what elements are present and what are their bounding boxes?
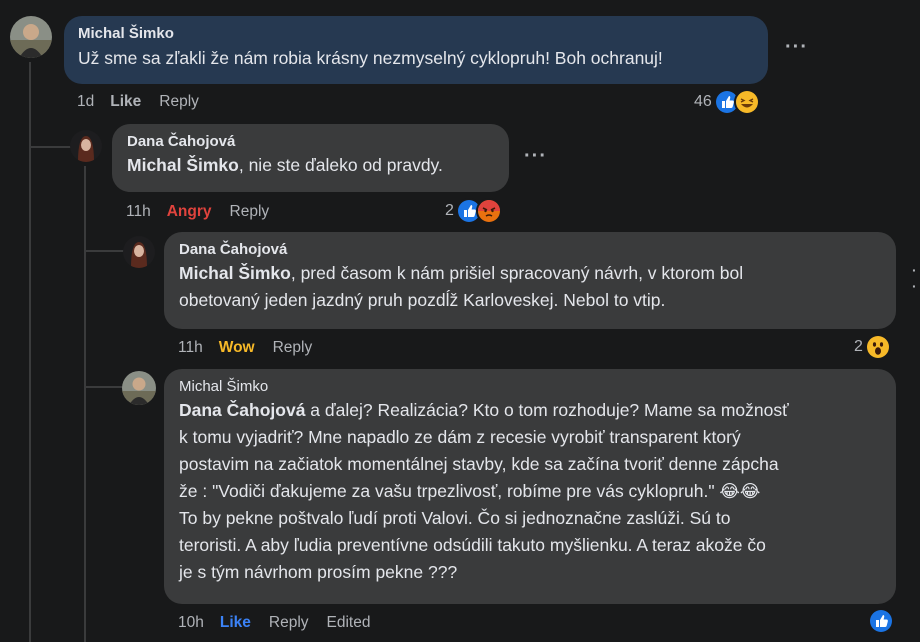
avatar[interactable]	[10, 16, 52, 58]
comment-bubble: Dana Čahojová Michal Šimko, nie ste ďale…	[112, 124, 509, 192]
comment-time[interactable]: 10h	[178, 614, 204, 632]
comment-author[interactable]: Michal Šimko	[179, 377, 884, 397]
thread-line-main	[29, 62, 31, 642]
comment-time[interactable]: 11h	[126, 203, 151, 221]
comment-time[interactable]: 11h	[178, 339, 203, 357]
laugh-emoji-icon	[733, 89, 760, 115]
angry-reaction-button[interactable]: Angry	[167, 203, 212, 221]
comment-author[interactable]: Dana Čahojová	[179, 240, 884, 260]
wow-reaction-button[interactable]: Wow	[219, 339, 255, 357]
more-options-icon[interactable]: · ·	[912, 262, 918, 294]
like-button[interactable]: Like	[110, 93, 141, 111]
comment-bubble: Michal Šimko Už sme sa zľakli že nám rob…	[64, 16, 768, 84]
comment-text-line: obetovaný jeden jazdný pruh pozdĺž Karlo…	[179, 290, 666, 310]
avatar[interactable]	[70, 130, 102, 162]
comment-bubble: Dana Čahojová Michal Šimko, pred časom k…	[164, 232, 896, 329]
avatar[interactable]	[123, 236, 155, 268]
comment-text-line: je s tým návrhom prosím pekne ???	[179, 562, 458, 582]
comment-text: Michal Šimko, pred časom k nám prišiel s…	[179, 263, 744, 283]
comment-actions: 11h Wow Reply	[178, 339, 330, 357]
reply-button[interactable]: Reply	[159, 93, 199, 111]
reaction-count: 2	[854, 338, 863, 355]
like-button[interactable]: Like	[220, 614, 251, 632]
comment-text-line: že : "Vodiči ďakujeme za vašu trpezlivos…	[179, 481, 761, 501]
wow-emoji-icon	[864, 334, 891, 360]
more-options-icon[interactable]: ···	[785, 36, 808, 59]
reaction-summary[interactable]: 2	[854, 334, 891, 360]
reply-button[interactable]: Reply	[230, 203, 270, 221]
comment-author[interactable]: Dana Čahojová	[127, 132, 497, 152]
edited-label: Edited	[326, 614, 371, 631]
comment-text-line: k tomu vyjadriť? Mne napadlo ze dám z re…	[179, 427, 741, 447]
thread-line-sub	[84, 166, 86, 642]
mention-link[interactable]: Michal Šimko	[127, 155, 239, 175]
comment-time[interactable]: 1d	[77, 93, 94, 111]
more-options-icon[interactable]: ···	[524, 145, 547, 168]
comment-text: Už sme sa zľakli že nám robia krásny nez…	[78, 48, 663, 68]
reaction-count: 46	[694, 93, 712, 110]
comment-author[interactable]: Michal Šimko	[78, 24, 756, 44]
comment-actions: 1d Like Reply	[77, 93, 217, 111]
angry-emoji-icon	[475, 198, 502, 224]
thread-line-branch-2	[84, 250, 126, 252]
reaction-summary[interactable]: 46	[694, 89, 760, 115]
comment-text: Dana Čahojová a ďalej? Realizácia? Kto o…	[179, 400, 789, 420]
reply-button[interactable]: Reply	[273, 339, 313, 357]
comment-text: Michal Šimko, nie ste ďaleko od pravdy.	[127, 155, 443, 175]
comment-bubble: Michal Šimko Dana Čahojová a ďalej? Real…	[164, 369, 896, 604]
reaction-count: 2	[445, 202, 454, 219]
like-icon	[868, 608, 894, 634]
comment-actions: 10h Like Reply Edited	[178, 614, 388, 632]
thread-line-branch-1	[29, 146, 71, 148]
comment-text-line: postavim na začiatok momentálnej stavby,…	[179, 454, 779, 474]
reaction-summary[interactable]	[868, 608, 894, 634]
thread-line-branch-3	[84, 386, 126, 388]
avatar[interactable]	[122, 371, 156, 405]
reaction-summary[interactable]: 2	[445, 198, 502, 224]
comment-text-line: teroristi. A aby ľudia preventívne odsúd…	[179, 535, 766, 555]
comment-text-line: To by pekne poštvalo ľudí proti Valovi. …	[179, 508, 731, 528]
reply-button[interactable]: Reply	[269, 614, 309, 632]
comment-actions: 11h Angry Reply	[126, 203, 287, 221]
mention-link[interactable]: Dana Čahojová	[179, 400, 305, 420]
mention-link[interactable]: Michal Šimko	[179, 263, 291, 283]
